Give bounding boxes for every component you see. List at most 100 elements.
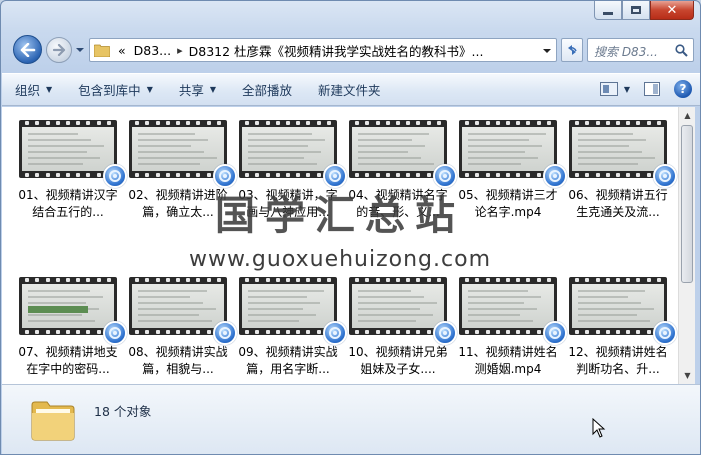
file-tile[interactable]: 06、视频精讲五行生克通关及流... — [568, 120, 677, 221]
back-arrow-icon — [20, 42, 35, 57]
command-toolbar: 组织 ▼ 包含到库中 ▼ 共享 ▼ 全部播放 新建文件夹 ▼ ? — [2, 73, 700, 106]
recent-pages-dropdown-icon[interactable] — [75, 45, 85, 55]
file-tile[interactable]: 05、视频精讲三才论名字.mp4 — [458, 120, 567, 221]
media-player-icon — [543, 164, 567, 188]
video-frame — [572, 284, 664, 328]
file-name-label: 12、视频精讲姓名判断功名、升... — [568, 345, 668, 376]
film-perforation — [129, 277, 227, 283]
play-all-button[interactable]: 全部播放 — [229, 74, 305, 105]
scroll-down-icon[interactable]: ▼ — [679, 367, 696, 384]
caption-buttons: ✕ — [594, 1, 694, 20]
organize-label: 组织 — [15, 83, 41, 98]
media-player-icon — [323, 321, 347, 345]
file-tile[interactable]: 08、视频精讲实战篇，相貌与... — [128, 277, 237, 378]
video-thumbnail — [459, 277, 567, 345]
video-thumbnail — [239, 277, 347, 345]
video-thumbnail — [349, 277, 457, 345]
new-folder-label: 新建文件夹 — [318, 83, 381, 98]
file-tile[interactable]: 07、视频精讲地支在字中的密码... — [18, 277, 127, 378]
video-thumbnail — [19, 277, 127, 345]
refresh-icon — [568, 45, 577, 55]
video-frame — [352, 284, 444, 328]
video-thumbnail — [19, 120, 127, 188]
file-tile[interactable]: 10、视频精讲兄弟姐妹及子女.... — [348, 277, 457, 378]
media-player-icon — [433, 321, 457, 345]
maximize-button[interactable] — [622, 1, 650, 20]
change-view-icon[interactable] — [599, 82, 618, 96]
navigation-bar: « D83... ▸ D8312 杜彦霖《视频精讲我学实战姓名的教科书》... … — [9, 33, 694, 67]
file-tile[interactable]: 02、视频精讲进阶篇，确立太... — [128, 120, 237, 221]
video-thumbnail — [239, 120, 347, 188]
media-player-icon — [103, 164, 127, 188]
dropdown-arrow-icon: ▼ — [209, 85, 217, 94]
new-folder-button[interactable]: 新建文件夹 — [305, 74, 394, 105]
video-thumbnail — [129, 277, 237, 345]
video-frame — [242, 284, 334, 328]
vertical-scrollbar[interactable]: ▲ ▼ — [678, 107, 695, 384]
video-thumbnail — [459, 120, 567, 188]
maximize-icon — [631, 6, 641, 14]
scroll-thumb[interactable] — [681, 125, 693, 283]
file-tile[interactable]: 12、视频精讲姓名判断功名、升... — [568, 277, 677, 378]
film-perforation — [569, 277, 667, 283]
media-player-icon — [213, 321, 237, 345]
breadcrumb-separator-icon[interactable]: ▸ — [177, 44, 183, 57]
include-in-library-label: 包含到库中 — [78, 83, 141, 98]
dropdown-arrow-icon: ▼ — [146, 85, 153, 94]
item-count: 18 个对象 — [94, 404, 152, 419]
forward-button[interactable] — [46, 37, 72, 63]
share-menu[interactable]: 共享 ▼ — [166, 74, 229, 105]
watermark-url: www.guoxuehuizong.com — [188, 247, 492, 272]
address-dropdown-icon[interactable] — [542, 46, 552, 56]
file-tile[interactable]: 09、视频精讲实战篇，用名字断... — [238, 277, 347, 378]
search-icon — [675, 44, 688, 57]
view-dropdown-icon[interactable]: ▼ — [624, 85, 630, 94]
film-perforation — [349, 277, 447, 283]
refresh-button[interactable] — [561, 38, 583, 62]
details-pane: 18 个对象 — [2, 384, 700, 454]
breadcrumb-item[interactable]: D83... — [134, 43, 171, 58]
video-thumbnail — [569, 277, 677, 345]
breadcrumb-overflow[interactable]: « — [118, 43, 126, 58]
file-name-label: 10、视频精讲兄弟姐妹及子女.... — [348, 345, 448, 376]
film-perforation — [19, 120, 117, 126]
file-list-view[interactable]: 01、视频精讲汉字结合五行的... 02、视频精讲进阶篇，确立太... 03、视频精… — [2, 107, 678, 384]
file-name-label: 02、视频精讲进阶篇，确立太... — [128, 188, 228, 219]
toolbar-right-group: ▼ ? — [599, 80, 692, 98]
film-perforation — [459, 120, 557, 126]
close-icon: ✕ — [666, 2, 678, 18]
media-player-icon — [103, 321, 127, 345]
back-button[interactable] — [13, 35, 42, 64]
video-frame — [22, 284, 114, 328]
file-tile[interactable]: 01、视频精讲汉字结合五行的... — [18, 120, 127, 221]
file-tile[interactable]: 11、视频精讲姓名测婚姻.mp4 — [458, 277, 567, 378]
video-frame — [462, 127, 554, 171]
preview-pane-icon[interactable] — [644, 82, 660, 96]
share-label: 共享 — [178, 83, 204, 98]
file-tile[interactable]: 04、视频精讲名字的音、形、义... — [348, 120, 457, 221]
organize-menu[interactable]: 组织 ▼ — [2, 74, 65, 105]
close-button[interactable]: ✕ — [650, 1, 694, 20]
media-player-icon — [433, 164, 457, 188]
file-name-label: 01、视频精讲汉字结合五行的... — [18, 188, 118, 219]
folder-icon — [31, 401, 75, 441]
dropdown-arrow-icon: ▼ — [46, 85, 53, 94]
breadcrumb-item-current[interactable]: D8312 杜彦霖《视频精讲我学实战姓名的教科书》... — [189, 41, 484, 60]
address-bar[interactable]: « D83... ▸ D8312 杜彦霖《视频精讲我学实战姓名的教科书》... — [89, 38, 557, 62]
search-input[interactable]: 搜索 D83... — [587, 38, 694, 62]
media-player-icon — [323, 164, 347, 188]
video-frame — [132, 127, 224, 171]
include-in-library-menu[interactable]: 包含到库中 ▼ — [65, 74, 166, 105]
file-name-label: 06、视频精讲五行生克通关及流... — [568, 188, 668, 219]
help-icon[interactable]: ? — [674, 80, 692, 98]
minimize-button[interactable] — [594, 1, 622, 20]
folder-icon — [94, 44, 110, 57]
video-frame — [462, 284, 554, 328]
file-name-label: 04、视频精讲名字的音、形、义... — [348, 188, 448, 219]
film-perforation — [129, 120, 227, 126]
film-perforation — [569, 120, 667, 126]
scroll-up-icon[interactable]: ▲ — [679, 107, 696, 124]
video-frame — [22, 127, 114, 171]
video-thumbnail — [349, 120, 457, 188]
file-tile[interactable]: 03、视频精讲，字画与八神应用... — [238, 120, 347, 221]
